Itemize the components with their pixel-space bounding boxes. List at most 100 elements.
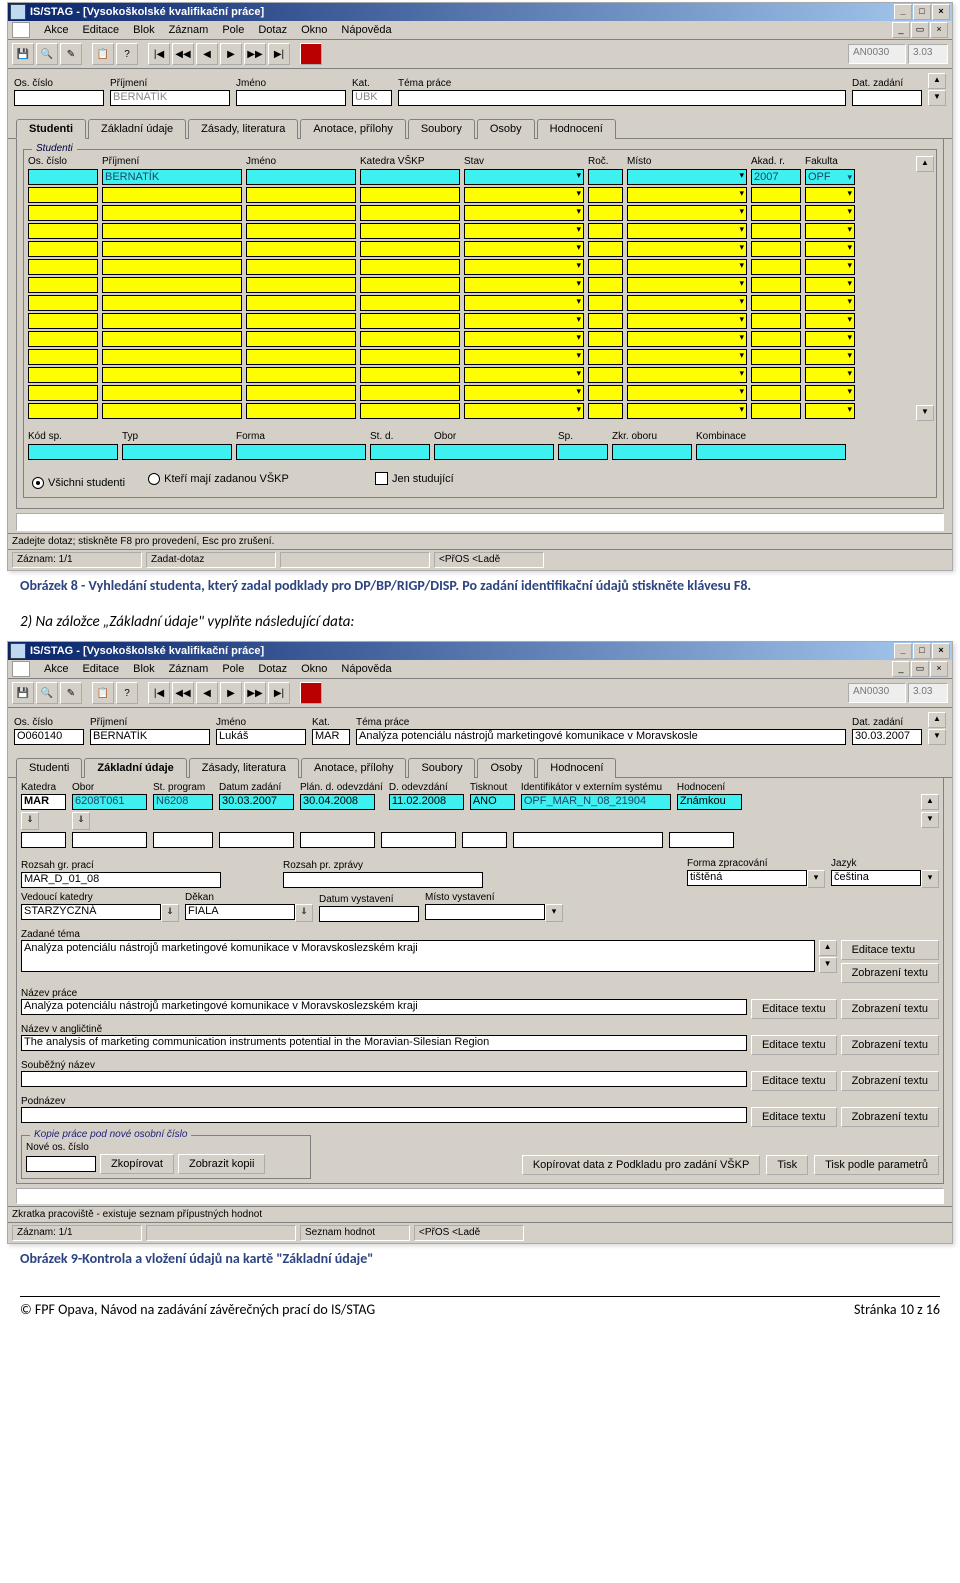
grid-cell[interactable] <box>464 385 584 401</box>
cell-kodsp[interactable] <box>28 444 118 460</box>
input-nove-os[interactable] <box>26 1156 96 1172</box>
tool-paste-icon[interactable]: 📋 <box>92 43 114 65</box>
grid-cell[interactable] <box>627 313 747 329</box>
grid-row[interactable] <box>28 187 912 203</box>
grid-cell[interactable] <box>464 259 584 275</box>
nav-prev2-icon[interactable]: ◀◀ <box>172 682 194 704</box>
menu-okno[interactable]: Okno <box>295 23 333 37</box>
nav-last-icon[interactable]: ▶| <box>268 43 290 65</box>
cell-prijmeni[interactable]: BERNATÍK <box>102 169 242 185</box>
grid-cell[interactable] <box>246 367 356 383</box>
grid-cell[interactable] <box>246 295 356 311</box>
grid-cell[interactable] <box>360 385 460 401</box>
grid-cell[interactable] <box>588 277 623 293</box>
grid-cell[interactable] <box>805 277 855 293</box>
grid-row[interactable] <box>28 223 912 239</box>
cell-typ[interactable] <box>122 444 232 460</box>
grid-cell[interactable] <box>102 259 242 275</box>
grid-cell[interactable] <box>246 349 356 365</box>
grid-cell[interactable] <box>588 403 623 419</box>
grid-cell[interactable] <box>805 367 855 383</box>
nav-prev-icon[interactable]: ◀ <box>196 682 218 704</box>
grid-cell[interactable] <box>28 295 98 311</box>
grid-cell[interactable] <box>28 313 98 329</box>
grid-cell[interactable] <box>28 367 98 383</box>
tab-zakladni[interactable]: Základní údaje <box>88 119 186 139</box>
menu-okno[interactable]: Okno <box>295 662 333 676</box>
menu-zaznam[interactable]: Záznam <box>163 662 215 676</box>
grid-cell[interactable] <box>627 277 747 293</box>
grid-row[interactable] <box>28 313 912 329</box>
grid-cell[interactable] <box>464 187 584 203</box>
tab-hodnoceni[interactable]: Hodnocení <box>537 119 616 139</box>
filter-down-icon[interactable]: ▼ <box>928 729 946 745</box>
tab-osoby[interactable]: Osoby <box>477 119 535 139</box>
grid-cell[interactable] <box>751 313 801 329</box>
scroll-down-icon[interactable]: ▼ <box>916 405 934 421</box>
grid-cell[interactable] <box>102 331 242 347</box>
chevron-down-icon[interactable]: ▾ <box>807 870 825 888</box>
grid-cell[interactable] <box>464 313 584 329</box>
grid-cell[interactable] <box>246 331 356 347</box>
input-misto-vystaveni[interactable] <box>425 904 545 920</box>
tab-hodnoceni[interactable]: Hodnocení <box>537 758 616 778</box>
grid-cell[interactable] <box>627 241 747 257</box>
input-kat[interactable]: MAR <box>312 729 350 745</box>
grid-cell[interactable] <box>102 295 242 311</box>
minimize-button[interactable]: _ <box>894 4 912 20</box>
cell-komb[interactable] <box>696 444 846 460</box>
grid-cell[interactable] <box>751 295 801 311</box>
input-plan-odevzdani[interactable]: 30.04.2008 <box>300 794 375 810</box>
input-rozsah-pr[interactable] <box>283 872 483 888</box>
menu-editace[interactable]: Editace <box>76 662 125 676</box>
grid-cell[interactable] <box>464 295 584 311</box>
filter-down-icon[interactable]: ▼ <box>928 90 946 106</box>
grid-cell[interactable] <box>246 241 356 257</box>
grid-cell[interactable] <box>102 277 242 293</box>
grid-cell[interactable] <box>751 241 801 257</box>
grid-cell[interactable] <box>102 241 242 257</box>
lookup-vedouci-icon[interactable]: ⇓ <box>161 904 179 922</box>
nav-prev2-icon[interactable]: ◀◀ <box>172 43 194 65</box>
grid-cell[interactable] <box>28 385 98 401</box>
grid-cell[interactable] <box>28 205 98 221</box>
filter-up-icon[interactable]: ▲ <box>928 73 946 89</box>
mdi-minimize[interactable]: _ <box>892 661 910 677</box>
grid-cell[interactable] <box>102 205 242 221</box>
tab-osoby[interactable]: Osoby <box>477 758 535 778</box>
grid-cell[interactable] <box>805 223 855 239</box>
nav-last-icon[interactable]: ▶| <box>268 682 290 704</box>
grid-cell[interactable] <box>246 187 356 203</box>
grid-cell[interactable] <box>28 331 98 347</box>
tool-stop-icon[interactable] <box>300 682 322 704</box>
grid-cell[interactable] <box>588 223 623 239</box>
tool-help-icon[interactable]: ? <box>116 682 138 704</box>
input-tema[interactable]: Analýza potenciálu nástrojů marketingové… <box>356 729 846 745</box>
input-jmeno[interactable] <box>236 90 346 106</box>
input-dekan[interactable]: FIALA <box>185 904 295 920</box>
input-d-odevzdani[interactable]: 11.02.2008 <box>389 794 464 810</box>
grid-cell[interactable] <box>588 331 623 347</box>
grid-cell[interactable] <box>246 205 356 221</box>
grid-row[interactable] <box>28 403 912 419</box>
menu-dotaz[interactable]: Dotaz <box>252 662 293 676</box>
grid-cell[interactable] <box>464 241 584 257</box>
grid-cell[interactable] <box>751 205 801 221</box>
tab-soubory[interactable]: Soubory <box>408 758 475 778</box>
tab-zasady[interactable]: Zásady, literatura <box>189 758 299 778</box>
menu-pole[interactable]: Pole <box>216 23 250 37</box>
input-datum-zadani[interactable]: 30.03.2007 <box>219 794 294 810</box>
maximize-button[interactable]: □ <box>913 4 931 20</box>
grid-cell[interactable] <box>627 223 747 239</box>
cell-jmeno[interactable] <box>246 169 356 185</box>
tool-paste-icon[interactable]: 📋 <box>92 682 114 704</box>
nav-next2-icon[interactable]: ▶▶ <box>244 682 266 704</box>
cell-misto[interactable] <box>627 169 747 185</box>
grid-cell[interactable] <box>360 277 460 293</box>
tool-pencil-icon[interactable]: ✎ <box>60 682 82 704</box>
menu-napoveda[interactable]: Nápověda <box>335 23 397 37</box>
grid-cell[interactable] <box>102 403 242 419</box>
grid-cell[interactable] <box>360 295 460 311</box>
grid-cell[interactable] <box>805 403 855 419</box>
tab-soubory[interactable]: Soubory <box>408 119 475 139</box>
